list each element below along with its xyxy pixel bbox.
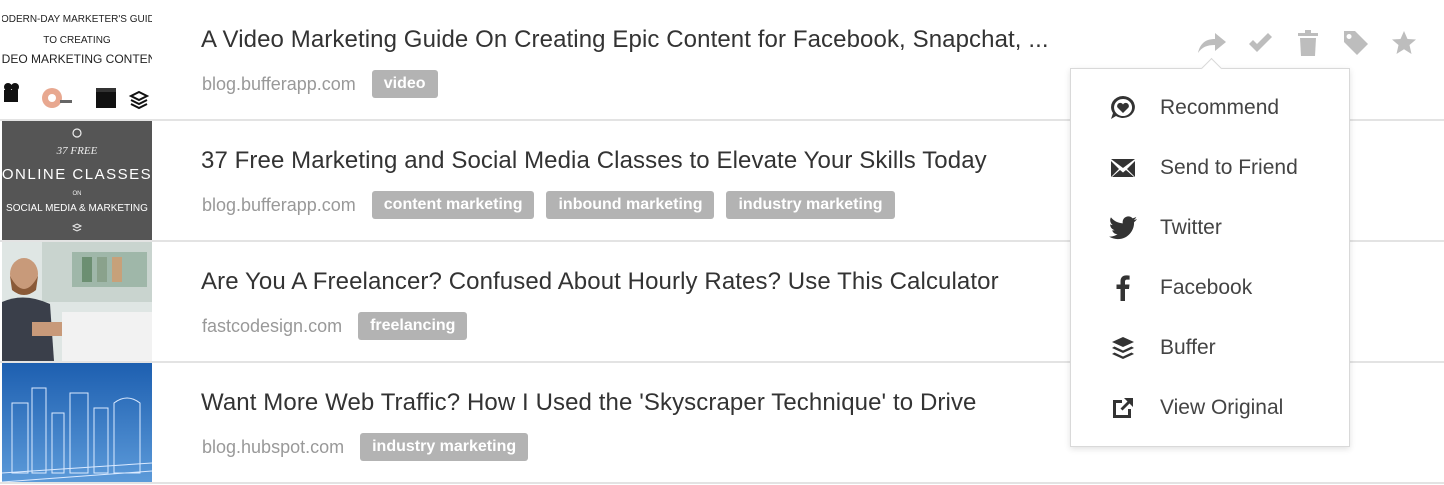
clapperboard-icon xyxy=(96,88,116,108)
menu-item-view-original[interactable]: View Original xyxy=(1071,378,1349,438)
article-domain[interactable]: blog.bufferapp.com xyxy=(202,195,356,216)
article-meta: fastcodesign.com freelancing xyxy=(202,312,479,340)
share-menu: Recommend Send to Friend Twitter Faceboo… xyxy=(1070,57,1350,447)
film-camera-icon xyxy=(4,83,19,102)
check-icon xyxy=(1249,33,1272,52)
article-title[interactable]: 37 Free Marketing and Social Media Class… xyxy=(201,147,987,175)
article-meta: blog.bufferapp.com content marketing inb… xyxy=(202,191,907,219)
trash-icon xyxy=(1298,30,1318,56)
article-title[interactable]: A Video Marketing Guide On Creating Epic… xyxy=(201,26,1049,54)
article-thumbnail[interactable]: MODERN-DAY MARKETER'S GUIDE TO CREATING … xyxy=(2,0,152,119)
thumb-text: ON xyxy=(73,191,82,197)
tag-badge[interactable]: video xyxy=(371,70,438,98)
thumb-text: TO CREATING xyxy=(43,35,111,46)
twitter-icon xyxy=(1109,214,1137,242)
menu-item-label: Recommend xyxy=(1160,96,1280,119)
external-link-icon xyxy=(1109,394,1137,422)
article-title[interactable]: Are You A Freelancer? Confused About Hou… xyxy=(201,268,999,296)
menu-item-label: Facebook xyxy=(1160,276,1253,299)
article-meta: blog.bufferapp.com video xyxy=(202,70,450,98)
article-domain[interactable]: fastcodesign.com xyxy=(202,316,342,337)
tag-badge[interactable]: inbound marketing xyxy=(546,191,715,219)
menu-item-buffer[interactable]: Buffer xyxy=(1071,318,1349,378)
article-meta: blog.hubspot.com industry marketing xyxy=(202,433,540,461)
favorite-button[interactable] xyxy=(1388,27,1420,59)
tag-badge[interactable]: content marketing xyxy=(371,191,535,219)
menu-item-send-to-friend[interactable]: Send to Friend xyxy=(1071,138,1349,198)
star-icon xyxy=(1392,31,1416,54)
article-domain[interactable]: blog.hubspot.com xyxy=(202,437,344,458)
thumb-text: 37 FREE xyxy=(56,145,98,157)
thumb-text: SOCIAL MEDIA & MARKETING xyxy=(6,203,148,214)
thumb-text: ONLINE CLASSES xyxy=(2,166,152,183)
recommend-icon xyxy=(1109,94,1137,122)
article-title[interactable]: Want More Web Traffic? How I Used the 'S… xyxy=(201,389,977,417)
tag-badge[interactable]: industry marketing xyxy=(726,191,895,219)
article-actions xyxy=(1196,27,1420,59)
tag-button[interactable] xyxy=(1340,27,1372,59)
thumb-text: MODERN-DAY MARKETER'S GUIDE xyxy=(2,14,152,25)
envelope-icon xyxy=(1109,154,1137,182)
article-domain[interactable]: blog.bufferapp.com xyxy=(202,74,356,95)
menu-item-label: View Original xyxy=(1160,396,1284,419)
tag-badge[interactable]: industry marketing xyxy=(360,433,529,461)
tag-icon xyxy=(1344,31,1368,55)
menu-item-label: Twitter xyxy=(1160,216,1222,239)
article-thumbnail[interactable] xyxy=(2,242,152,361)
tag-badge[interactable]: freelancing xyxy=(358,312,468,340)
menu-item-label: Send to Friend xyxy=(1160,156,1298,179)
menu-item-facebook[interactable]: Facebook xyxy=(1071,258,1349,318)
buffer-icon xyxy=(1109,334,1137,362)
facebook-icon xyxy=(1109,274,1137,302)
archive-button[interactable] xyxy=(1244,27,1276,59)
menu-item-recommend[interactable]: Recommend xyxy=(1071,78,1349,138)
share-button[interactable] xyxy=(1196,27,1228,59)
menu-item-twitter[interactable]: Twitter xyxy=(1071,198,1349,258)
menu-item-label: Buffer xyxy=(1160,336,1216,359)
article-thumbnail[interactable]: 37 FREE ONLINE CLASSES ON SOCIAL MEDIA &… xyxy=(2,121,152,240)
article-thumbnail[interactable] xyxy=(2,363,152,482)
delete-button[interactable] xyxy=(1292,27,1324,59)
thumb-text: VIDEO MARKETING CONTENT xyxy=(2,52,152,66)
share-icon xyxy=(1198,33,1226,53)
